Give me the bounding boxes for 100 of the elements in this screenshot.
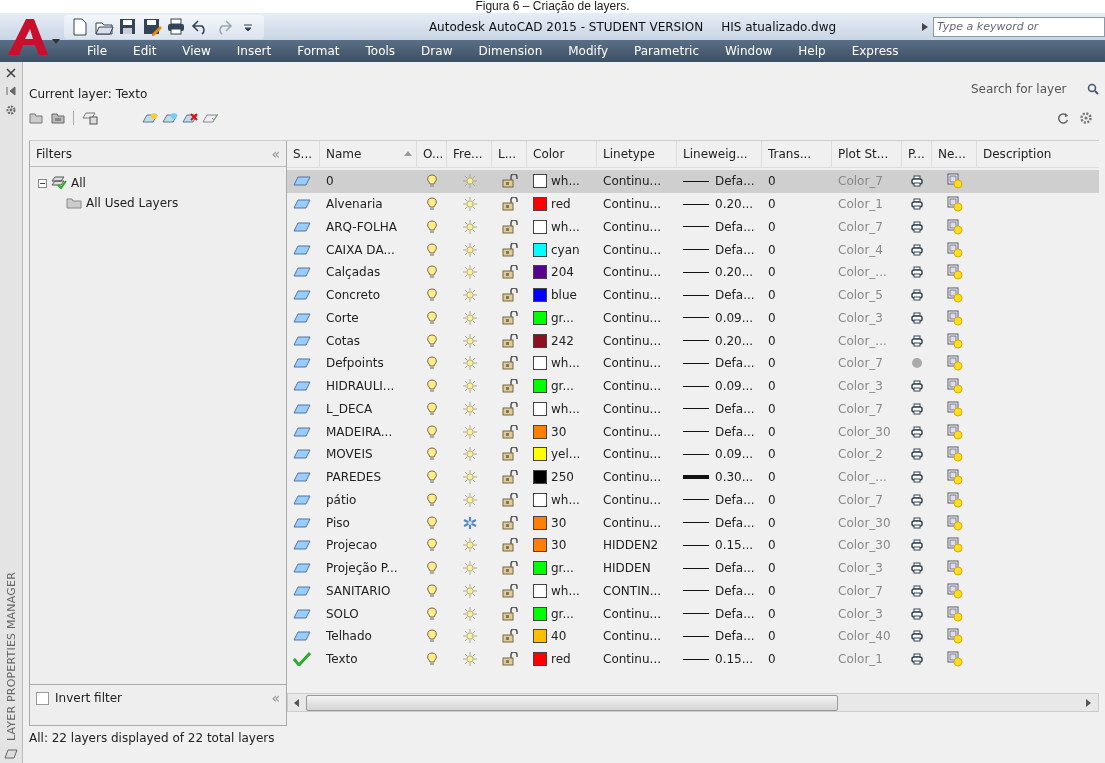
padlock-icon[interactable] [501,356,518,371]
printer-icon[interactable] [911,334,923,347]
new-viewport-icon[interactable] [946,355,963,372]
new-viewport-icon[interactable] [946,491,963,508]
linetype-name[interactable]: Continu... [603,174,662,189]
lineweight-value[interactable]: Defa... [715,242,755,257]
color-swatch[interactable] [533,219,547,234]
printer-icon[interactable] [911,584,923,597]
lightbulb-icon[interactable] [427,424,437,439]
linetype-name[interactable]: Continu... [603,265,662,280]
checkbox[interactable] [36,691,49,705]
linetype-name[interactable]: Continu... [603,629,662,644]
color-name[interactable]: 30 [551,538,567,553]
layer-name[interactable]: Texto [326,652,358,667]
lineweight-value[interactable]: Defa... [715,356,755,371]
linetype-name[interactable]: Continu... [603,492,662,507]
color-swatch[interactable] [533,356,547,371]
linetype-name[interactable]: Continu... [603,219,662,234]
lineweight-value[interactable]: Defa... [715,401,755,416]
lightbulb-icon[interactable] [427,197,437,212]
lightbulb-icon[interactable] [427,583,437,598]
layer-name[interactable]: ARQ-FOLHA [326,219,397,234]
color-name[interactable]: 204 [551,265,574,280]
linetype-name[interactable]: Continu... [603,288,662,303]
lightbulb-icon[interactable] [427,333,437,348]
color-swatch[interactable] [533,197,547,212]
linetype-name[interactable]: HIDDEN2 [603,538,659,553]
table-row[interactable]: Texto red Continu... 0.15... 0 Color_1 [287,647,1099,671]
horizontal-scrollbar[interactable] [287,693,1099,712]
linetype-name[interactable]: HIDDEN [603,561,651,576]
printer-icon[interactable] [911,289,923,302]
lightbulb-icon[interactable] [427,219,437,234]
printer-icon[interactable] [911,607,923,620]
color-name[interactable]: blue [551,288,577,303]
column-header[interactable]: S... [287,141,320,167]
new-viewport-icon[interactable] [946,560,963,577]
scroll-left-icon[interactable] [294,698,300,707]
table-row[interactable]: Piso 30 Continu... Defa... 0 Color_30 [287,511,1099,534]
folder-icon[interactable] [51,112,65,124]
layer-name[interactable]: Corte [326,310,359,325]
new-viewport-icon[interactable] [946,332,963,349]
padlock-icon[interactable] [501,583,518,598]
lightbulb-icon[interactable] [427,401,437,416]
layer-name[interactable]: CAIXA DA... [326,242,395,257]
printer-icon[interactable] [911,311,923,324]
table-row[interactable]: Alvenaria red Continu... 0.20... 0 Color_1 [287,192,1099,216]
new-file-icon[interactable] [70,16,90,37]
layer-name[interactable]: MADEIRA... [326,424,393,439]
color-swatch[interactable] [533,583,547,598]
lineweight-value[interactable]: Defa... [715,492,755,507]
scroll-right-icon[interactable] [1086,698,1092,707]
column-header[interactable]: O... [417,141,447,167]
layer-name[interactable]: HIDRAULI... [326,379,395,394]
table-row[interactable]: Calçadas 204 Continu... 0.20... 0 Color_... [287,261,1099,284]
layer-name[interactable]: MOVEIS [326,447,373,462]
color-swatch[interactable] [533,606,547,621]
padlock-icon[interactable] [501,447,518,462]
menu-item[interactable]: Parametric [621,44,712,58]
save-as-icon[interactable] [142,16,162,37]
table-row[interactable]: CAIXA DA... cyan Continu... Defa... 0 Color_4 [287,238,1099,261]
new-viewport-icon[interactable] [946,537,963,554]
lineweight-value[interactable]: 0.20... [715,265,754,280]
new-viewport-icon[interactable] [946,378,963,395]
new-viewport-icon[interactable] [946,582,963,599]
color-swatch[interactable] [533,538,547,553]
padlock-icon[interactable] [501,492,518,507]
layer-name[interactable]: SANITARIO [326,583,391,598]
lightbulb-icon[interactable] [427,356,437,371]
new-viewport-icon[interactable] [946,605,963,622]
color-swatch[interactable] [533,310,547,325]
padlock-icon[interactable] [501,265,518,280]
color-name[interactable]: 30 [551,424,567,439]
lightbulb-icon[interactable] [427,379,437,394]
layer-name[interactable]: SOLO [326,606,359,621]
column-header[interactable]: Color [527,141,597,167]
lightbulb-icon[interactable] [427,606,437,621]
checkbox-label[interactable]: Invert filter [55,691,122,705]
color-name[interactable]: 250 [551,470,574,485]
column-header[interactable]: Description [977,141,1099,167]
layer-states-icon[interactable] [82,111,98,125]
lightbulb-icon[interactable] [427,447,437,462]
table-row[interactable]: MOVEIS yel... Continu... 0.09... 0 Color_2 [287,443,1099,466]
table-row[interactable]: SANITARIO wh... CONTIN... Defa... 0 Color_7 [287,579,1099,603]
layer-name[interactable]: 0 [326,174,334,189]
menu-item[interactable]: Modify [555,44,621,58]
snowflake-icon[interactable] [462,515,477,530]
menu-item[interactable]: Help [785,44,839,58]
menu-item[interactable]: File [74,44,121,58]
new-viewport-icon[interactable] [946,446,963,463]
color-swatch[interactable] [533,492,547,507]
color-name[interactable]: wh... [551,401,580,416]
settings-icon[interactable] [1079,111,1093,125]
color-swatch[interactable] [533,629,547,644]
color-name[interactable]: 40 [551,629,567,644]
new-viewport-icon[interactable] [946,628,963,645]
padlock-icon[interactable] [501,174,518,189]
color-name[interactable]: cyan [551,242,580,257]
auto-hide-icon[interactable] [6,86,16,96]
new-viewport-icon[interactable] [946,423,963,440]
printer-icon[interactable] [911,198,923,211]
